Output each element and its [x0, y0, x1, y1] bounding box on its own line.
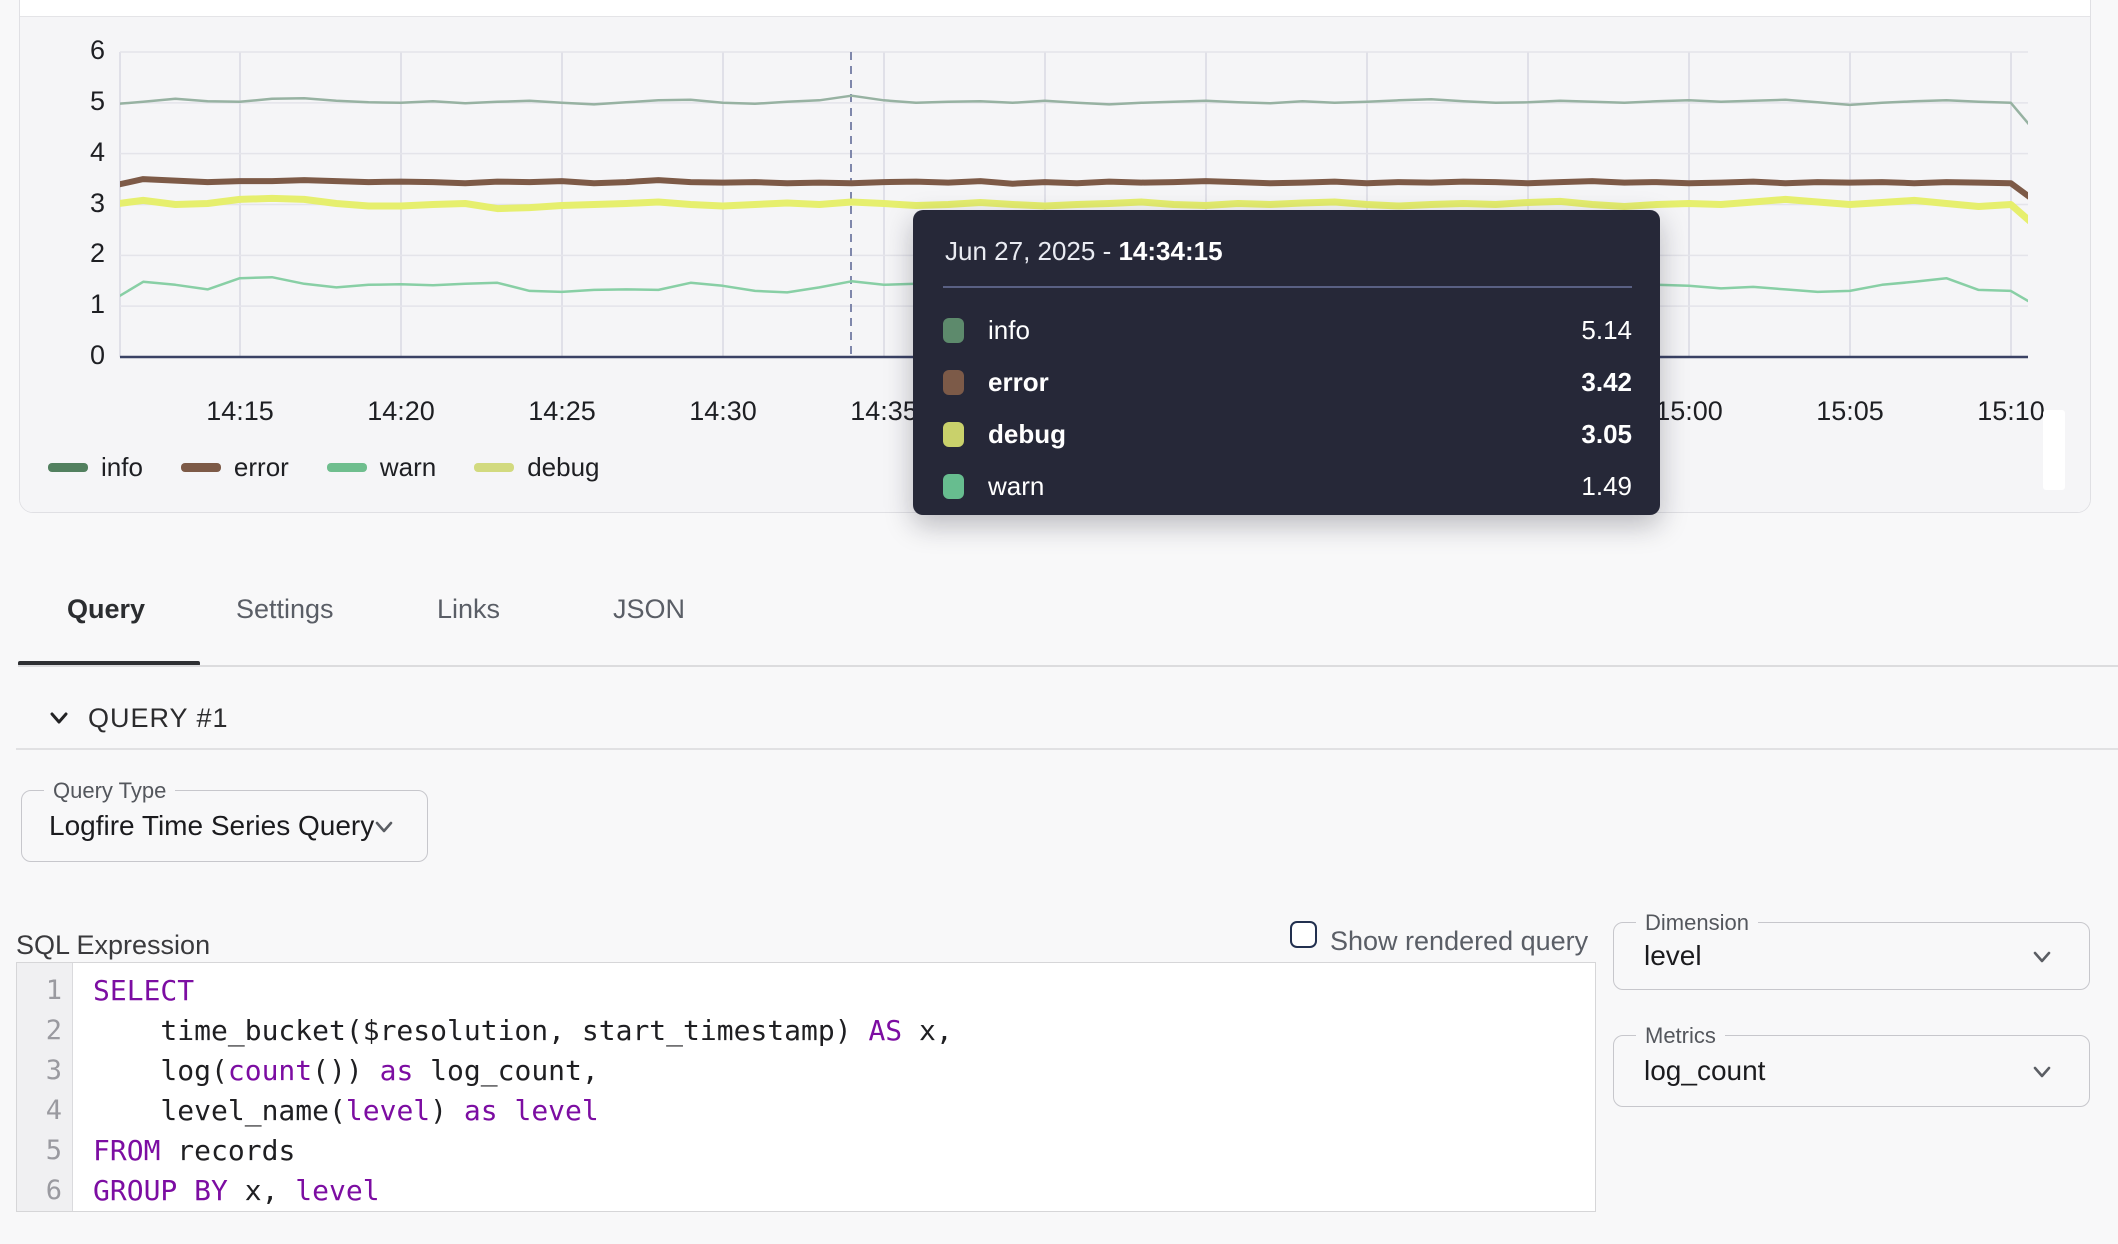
y-tick-label: 2	[45, 238, 105, 269]
query-type-label: Query Type	[44, 778, 175, 804]
tooltip-time: 14:34:15	[1118, 236, 1222, 266]
code-line: level_name(level) as level	[93, 1091, 1595, 1131]
x-tick-label: 15:05	[1816, 396, 1884, 427]
x-tick-label: 14:25	[528, 396, 596, 427]
tooltip-series-value: 5.14	[1581, 315, 1632, 346]
code-line: time_bucket($resolution, start_timestamp…	[93, 1011, 1595, 1051]
query-type-select[interactable]: Query Type Logfire Time Series Query	[21, 790, 428, 862]
x-tick-label: 14:30	[689, 396, 757, 427]
legend-item-debug[interactable]: debug	[474, 452, 599, 483]
y-tick-label: 4	[45, 137, 105, 168]
code-line: SELECT	[93, 971, 1595, 1011]
show-rendered-query-label[interactable]: Show rendered query	[1330, 926, 1588, 957]
query-type-value: Logfire Time Series Query	[49, 810, 374, 842]
x-tick-label: 14:35	[850, 396, 918, 427]
x-tick-label: 14:15	[206, 396, 274, 427]
show-rendered-query-checkbox[interactable]	[1290, 921, 1317, 948]
tooltip-series-value: 1.49	[1581, 471, 1632, 502]
y-tick-label: 1	[45, 289, 105, 320]
x-tick-label: 15:00	[1655, 396, 1723, 427]
y-tick-label: 5	[45, 86, 105, 117]
y-tick-label: 3	[45, 188, 105, 219]
legend-swatch-error	[181, 463, 221, 472]
scrollbar-thumb[interactable]	[2043, 410, 2065, 490]
chevron-down-icon	[369, 812, 399, 842]
tooltip-series-value: 3.05	[1581, 419, 1632, 450]
dimension-value: level	[1644, 940, 1702, 972]
dimension-label: Dimension	[1636, 910, 1758, 936]
code-line: FROM records	[93, 1131, 1595, 1171]
editor-line-numbers: 123456	[17, 963, 73, 1211]
metrics-label: Metrics	[1636, 1023, 1725, 1049]
sql-editor: 123456 SELECT time_bucket($resolution, s…	[16, 962, 1596, 1212]
chart-legend: info error warn debug	[48, 452, 600, 483]
tooltip-rows: info5.14error3.42debug3.05warn1.49	[943, 304, 1632, 512]
page: 012345614:1514:2014:2514:3014:3514:4014:…	[0, 0, 2118, 1244]
legend-item-warn[interactable]: warn	[327, 452, 436, 483]
chevron-down-icon	[2027, 942, 2057, 972]
tooltip-date: Jun 27, 2025 -	[945, 236, 1118, 266]
collapse-chevron-down-icon[interactable]	[44, 703, 74, 733]
tooltip-series-name: debug	[988, 419, 1581, 450]
tab-links[interactable]: Links	[437, 594, 500, 625]
tab-settings[interactable]: Settings	[236, 594, 334, 625]
line-number: 6	[17, 1171, 62, 1211]
tooltip-timestamp: Jun 27, 2025 - 14:34:15	[945, 236, 1223, 267]
code-line: GROUP BY x, level	[93, 1171, 1595, 1211]
legend-item-error[interactable]: error	[181, 452, 289, 483]
chevron-down-icon	[2027, 1057, 2057, 1087]
x-tick-label: 15:10	[1977, 396, 2045, 427]
tabs-divider	[18, 665, 2118, 667]
x-tick-label: 14:20	[367, 396, 435, 427]
legend-label: error	[234, 452, 289, 483]
tooltip-swatch-debug	[943, 422, 964, 447]
tooltip-series-name: warn	[988, 471, 1581, 502]
legend-label: debug	[527, 452, 599, 483]
legend-label: info	[101, 452, 143, 483]
sql-code-area[interactable]: SELECT time_bucket($resolution, start_ti…	[73, 963, 1595, 1211]
tooltip-swatch-error	[943, 370, 964, 395]
line-number: 2	[17, 1011, 62, 1051]
line-number: 1	[17, 971, 62, 1011]
tooltip-swatch-info	[943, 318, 964, 343]
dimension-select[interactable]: Dimension level	[1613, 922, 2090, 990]
code-line: log(count()) as log_count,	[93, 1051, 1595, 1091]
tooltip-row-warn: warn1.49	[943, 460, 1632, 512]
query-section-title[interactable]: QUERY #1	[88, 703, 229, 734]
line-number: 5	[17, 1131, 62, 1171]
tab-query[interactable]: Query	[67, 594, 145, 625]
legend-swatch-debug	[474, 463, 514, 472]
legend-swatch-warn	[327, 463, 367, 472]
chart-tooltip: Jun 27, 2025 - 14:34:15 info5.14error3.4…	[913, 210, 1660, 515]
tooltip-swatch-warn	[943, 474, 964, 499]
tooltip-series-name: error	[988, 367, 1581, 398]
metrics-value: log_count	[1644, 1055, 1765, 1087]
metrics-select[interactable]: Metrics log_count	[1613, 1035, 2090, 1107]
tooltip-series-name: info	[988, 315, 1581, 346]
query-section-divider	[16, 748, 2118, 750]
tooltip-row-debug: debug3.05	[943, 408, 1632, 460]
tab-json[interactable]: JSON	[613, 594, 685, 625]
sql-expression-label: SQL Expression	[16, 930, 210, 961]
tooltip-series-value: 3.42	[1581, 367, 1632, 398]
legend-item-info[interactable]: info	[48, 452, 143, 483]
line-number: 4	[17, 1091, 62, 1131]
tooltip-row-info: info5.14	[943, 304, 1632, 356]
line-number: 3	[17, 1051, 62, 1091]
y-tick-label: 6	[45, 35, 105, 66]
y-tick-label: 0	[45, 340, 105, 371]
legend-label: warn	[380, 452, 436, 483]
legend-swatch-info	[48, 463, 88, 472]
tooltip-divider	[943, 286, 1632, 288]
tooltip-row-error: error3.42	[943, 356, 1632, 408]
